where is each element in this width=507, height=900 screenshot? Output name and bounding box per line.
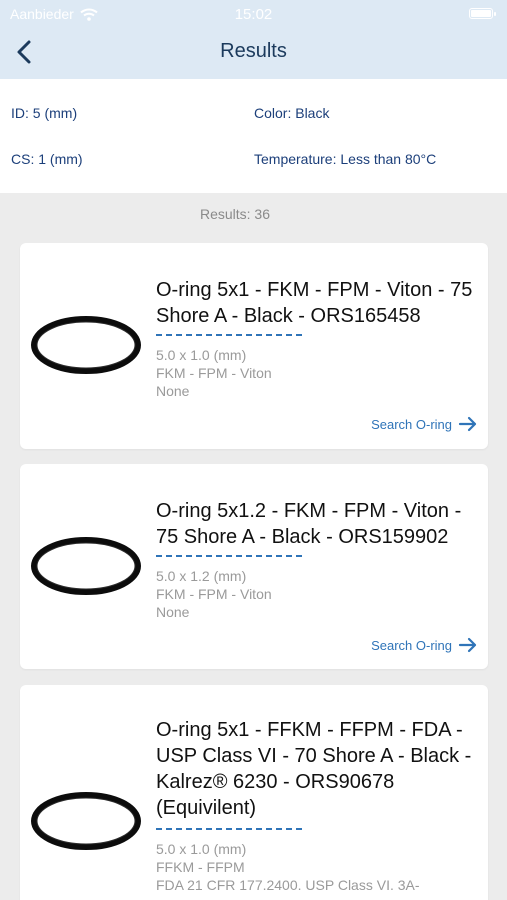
search-o-ring-label: Search O-ring	[371, 416, 452, 432]
filter-color: Color: Black	[254, 105, 330, 121]
title-divider	[156, 334, 302, 336]
result-card[interactable]: O-ring 5x1 - FFKM - FFPM - FDA - USP Cla…	[20, 685, 488, 900]
search-o-ring-label: Search O-ring	[371, 637, 452, 653]
filter-cs: CS: 1 (mm)	[11, 151, 83, 167]
product-dimensions: 5.0 x 1.0 (mm)	[156, 841, 247, 857]
o-ring-image	[31, 537, 141, 595]
search-o-ring-link[interactable]: Search O-ring	[371, 637, 478, 653]
product-material: FFKM - FFPM	[156, 859, 245, 875]
search-o-ring-link[interactable]: Search O-ring	[371, 416, 478, 432]
product-certification: FDA 21 CFR 177.2400. USP Class VI. 3A-	[156, 877, 420, 893]
filter-summary: ID: 5 (mm) Color: Black CS: 1 (mm) Tempe…	[0, 79, 507, 193]
battery-icon	[469, 8, 496, 19]
product-dimensions: 5.0 x 1.0 (mm)	[156, 347, 247, 363]
product-certification: None	[156, 604, 190, 620]
product-dimensions: 5.0 x 1.2 (mm)	[156, 568, 247, 584]
product-material: FKM - FPM - Viton	[156, 365, 272, 381]
header: Aanbieder 15:02 Results	[0, 0, 507, 79]
results-count: Results: 36	[199, 206, 271, 222]
product-title[interactable]: O-ring 5x1.2 - FKM - FPM - Viton - 75 Sh…	[156, 498, 476, 550]
product-title[interactable]: O-ring 5x1 - FFKM - FFPM - FDA - USP Cla…	[156, 717, 476, 821]
product-title[interactable]: O-ring 5x1 - FKM - FPM - Viton - 75 Shor…	[156, 277, 476, 329]
page-title: Results	[220, 40, 287, 62]
o-ring-image	[31, 792, 141, 850]
arrow-right-icon	[458, 637, 477, 653]
title-divider	[156, 555, 302, 557]
product-material: FKM - FPM - Viton	[156, 586, 272, 602]
product-certification: None	[156, 383, 190, 399]
result-card[interactable]: O-ring 5x1.2 - FKM - FPM - Viton - 75 Sh…	[20, 464, 488, 669]
clock: 15:02	[234, 6, 273, 23]
arrow-right-icon	[458, 416, 477, 432]
o-ring-image	[31, 316, 141, 374]
filter-temperature: Temperature: Less than 80°C	[254, 151, 437, 167]
result-card[interactable]: O-ring 5x1 - FKM - FPM - Viton - 75 Shor…	[20, 243, 488, 449]
status-bar: Aanbieder 15:02	[0, 0, 507, 28]
title-divider	[156, 828, 302, 830]
filter-id: ID: 5 (mm)	[11, 105, 78, 121]
